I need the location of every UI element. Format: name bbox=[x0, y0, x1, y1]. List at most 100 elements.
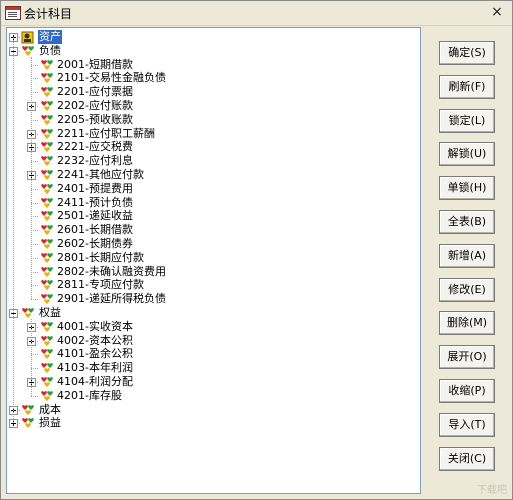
tree-node-n17[interactable]: 2801-长期应付款 bbox=[7, 251, 420, 265]
hearts-icon bbox=[40, 140, 54, 154]
full-table-button[interactable]: 全表(B) bbox=[439, 210, 495, 234]
tree-node-n4[interactable]: 2101-交易性金融负债 bbox=[7, 71, 420, 85]
tree-node-n26[interactable]: 4104-利润分配 bbox=[7, 375, 420, 389]
window-app-icon bbox=[5, 6, 21, 20]
hearts-icon bbox=[40, 375, 54, 389]
tree-node-label[interactable]: 2802-未确认融资费用 bbox=[56, 265, 167, 279]
window-title: 会计科目 bbox=[24, 7, 73, 21]
hearts-icon bbox=[40, 320, 54, 334]
tree-node-label[interactable]: 2001-短期借款 bbox=[56, 58, 134, 72]
refresh-button[interactable]: 刷新(F) bbox=[439, 74, 495, 99]
hearts-icon bbox=[40, 113, 54, 127]
tree-node-label[interactable]: 资产 bbox=[38, 30, 62, 44]
tree-node-n13[interactable]: 2411-预计负债 bbox=[7, 196, 420, 210]
add-button[interactable]: 新增(A) bbox=[439, 243, 495, 268]
tree-node-label[interactable]: 2811-专项应付款 bbox=[56, 278, 145, 292]
tree-node-label[interactable]: 2241-其他应付款 bbox=[56, 168, 145, 182]
tree-node-label[interactable]: 2411-预计负债 bbox=[56, 196, 134, 210]
tree-node-n20[interactable]: 2901-递延所得税负债 bbox=[7, 292, 420, 306]
hearts-icon bbox=[40, 209, 54, 223]
tree-node-n7[interactable]: 2205-预收账款 bbox=[7, 113, 420, 127]
tree-node-n8[interactable]: 2211-应付职工薪酬 bbox=[7, 127, 420, 141]
import-button[interactable]: 导入(T) bbox=[439, 412, 495, 437]
tree-node-n21[interactable]: 权益 bbox=[7, 306, 420, 320]
tree-node-n14[interactable]: 2501-递延收益 bbox=[7, 209, 420, 223]
tree-node-n3[interactable]: 2001-短期借款 bbox=[7, 58, 420, 72]
tree-node-label[interactable]: 4001-实收资本 bbox=[56, 320, 134, 334]
tree-node-n27[interactable]: 4201-库存股 bbox=[7, 389, 420, 403]
hearts-icon bbox=[40, 99, 54, 113]
tree-node-n23[interactable]: 4002-资本公积 bbox=[7, 334, 420, 348]
delete-button[interactable]: 删除(M) bbox=[439, 311, 495, 336]
tree-node-n9[interactable]: 2221-应交税费 bbox=[7, 140, 420, 154]
tree-node-label[interactable]: 2901-递延所得税负债 bbox=[56, 292, 167, 306]
tree-node-label[interactable]: 2205-预收账款 bbox=[56, 113, 134, 127]
expand-button[interactable]: 展开(O) bbox=[439, 345, 495, 370]
lock-button[interactable]: 锁定(L) bbox=[439, 108, 495, 133]
tree-node-label[interactable]: 4104-利润分配 bbox=[56, 375, 134, 389]
hearts-icon bbox=[40, 182, 54, 196]
hearts-icon bbox=[40, 278, 54, 292]
tree-node-label[interactable]: 4002-资本公积 bbox=[56, 334, 134, 348]
tree-node-n11[interactable]: 2241-其他应付款 bbox=[7, 168, 420, 182]
tree-node-n6[interactable]: 2202-应付账款 bbox=[7, 99, 420, 113]
tree-node-label[interactable]: 2601-长期借款 bbox=[56, 223, 134, 237]
tree-node-label[interactable]: 2221-应交税费 bbox=[56, 140, 134, 154]
hearts-icon bbox=[40, 168, 54, 182]
tree-node-label[interactable]: 2201-应付票据 bbox=[56, 85, 134, 99]
tree-node-label[interactable]: 成本 bbox=[38, 403, 62, 417]
tree-node-label[interactable]: 2501-递延收益 bbox=[56, 209, 134, 223]
tree-node-label[interactable]: 4103-本年利润 bbox=[56, 361, 134, 375]
tree-node-label[interactable]: 权益 bbox=[38, 306, 62, 320]
hearts-icon bbox=[40, 154, 54, 168]
tree-node-n16[interactable]: 2602-长期债券 bbox=[7, 237, 420, 251]
modify-button[interactable]: 修改(E) bbox=[439, 277, 495, 302]
tree-node-n15[interactable]: 2601-长期借款 bbox=[7, 223, 420, 237]
hearts-icon bbox=[40, 347, 54, 361]
tree-node-label[interactable]: 4201-库存股 bbox=[56, 389, 123, 403]
account-tree[interactable]: 资产 负债 2001-短期借款 2101-交易性金融负债 2201-应付票据 2202-应… bbox=[6, 27, 421, 494]
equity-connector-line bbox=[31, 319, 32, 396]
tree-node-label[interactable]: 2232-应付利息 bbox=[56, 154, 134, 168]
hearts-icon bbox=[40, 127, 54, 141]
tree-node-label[interactable]: 2202-应付账款 bbox=[56, 99, 134, 113]
tree-node-n22[interactable]: 4001-实收资本 bbox=[7, 320, 420, 334]
tree-node-n19[interactable]: 2811-专项应付款 bbox=[7, 278, 420, 292]
liability-connector-line bbox=[31, 56, 32, 300]
close-window-icon[interactable]: × bbox=[488, 3, 506, 21]
hearts-icon bbox=[40, 389, 54, 403]
tree-node-label[interactable]: 损益 bbox=[38, 416, 62, 430]
hearts-icon bbox=[21, 403, 35, 417]
tree-node-n2[interactable]: 负债 bbox=[7, 44, 420, 58]
tree-node-label[interactable]: 2401-预提费用 bbox=[56, 182, 134, 196]
single-lock-button[interactable]: 单锁(H) bbox=[439, 176, 495, 201]
hearts-icon bbox=[21, 306, 35, 320]
confirm-button[interactable]: 确定(S) bbox=[439, 41, 495, 65]
hearts-icon bbox=[40, 71, 54, 85]
hearts-icon bbox=[21, 44, 35, 58]
tree-node-n12[interactable]: 2401-预提费用 bbox=[7, 182, 420, 196]
tree-node-n25[interactable]: 4103-本年利润 bbox=[7, 361, 420, 375]
root-connector-line bbox=[13, 37, 14, 424]
tree-node-n18[interactable]: 2802-未确认融资费用 bbox=[7, 265, 420, 279]
tree-node-label[interactable]: 2801-长期应付款 bbox=[56, 251, 145, 265]
unlock-button[interactable]: 解锁(U) bbox=[439, 142, 495, 167]
hearts-icon bbox=[40, 223, 54, 237]
card-icon bbox=[21, 30, 35, 44]
tree-node-label[interactable]: 2602-长期债券 bbox=[56, 237, 134, 251]
tree-node-n28[interactable]: 成本 bbox=[7, 403, 420, 417]
hearts-icon bbox=[40, 265, 54, 279]
close-button[interactable]: 关闭(C) bbox=[439, 446, 495, 471]
tree-node-label[interactable]: 2101-交易性金融负债 bbox=[56, 71, 167, 85]
tree-node-n5[interactable]: 2201-应付票据 bbox=[7, 85, 420, 99]
tree-node-n1[interactable]: 资产 bbox=[7, 30, 420, 44]
hearts-icon bbox=[40, 85, 54, 99]
tree-node-label[interactable]: 4101-盈余公积 bbox=[56, 347, 134, 361]
tree-node-n29[interactable]: 损益 bbox=[7, 416, 420, 430]
tree-node-n10[interactable]: 2232-应付利息 bbox=[7, 154, 420, 168]
tree-node-n24[interactable]: 4101-盈余公积 bbox=[7, 347, 420, 361]
hearts-icon bbox=[40, 237, 54, 251]
tree-node-label[interactable]: 负债 bbox=[38, 44, 62, 58]
tree-node-label[interactable]: 2211-应付职工薪酬 bbox=[56, 127, 156, 141]
collapse-button[interactable]: 收缩(P) bbox=[439, 379, 495, 403]
